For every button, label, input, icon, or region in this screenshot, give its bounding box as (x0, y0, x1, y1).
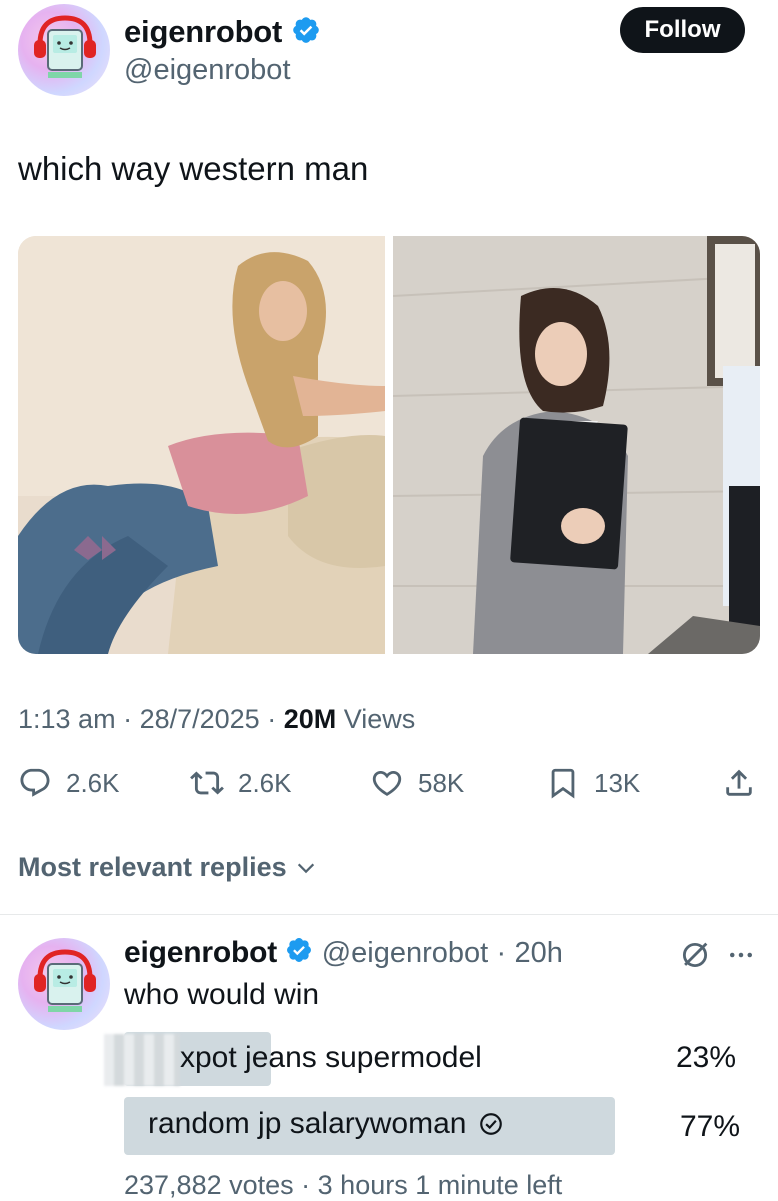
meta-separator: · (267, 704, 284, 734)
author-name-row: eigenrobot (124, 14, 321, 53)
bookmark-button[interactable]: 13K (546, 766, 640, 800)
reply-button[interactable]: 2.6K (18, 766, 120, 800)
tweet-photo-1[interactable] (18, 236, 385, 654)
meta-separator: · (123, 704, 140, 734)
blurred-redaction (104, 1034, 180, 1086)
like-count: 58K (418, 767, 465, 798)
poll-option-2[interactable]: random jp salarywoman (148, 1107, 504, 1141)
share-button[interactable] (722, 766, 756, 800)
like-button[interactable]: 58K (370, 766, 464, 800)
reply-header: eigenrobot @eigenrobot · 20h (124, 936, 563, 972)
check-circle-icon (480, 1113, 503, 1135)
robot-avatar-icon (34, 15, 96, 78)
reply-count: 2.6K (66, 767, 120, 798)
replies-sort-dropdown[interactable]: Most relevant replies (18, 852, 317, 883)
reply-author-handle[interactable]: @eigenrobot (322, 937, 489, 969)
poll-votes: 237,882 votes (124, 1170, 294, 1200)
tweet-media-grid (18, 236, 760, 654)
more-options-icon[interactable] (724, 940, 758, 975)
tweet-photo-2[interactable] (393, 236, 760, 654)
views-label: Views (343, 704, 416, 734)
poll-option-1-percent: 23% (676, 1041, 737, 1074)
poll-option-2-label: random jp salarywoman (148, 1107, 467, 1140)
share-icon (726, 769, 752, 796)
tweet-text: which way western man (18, 150, 369, 187)
robot-avatar-icon (34, 949, 96, 1012)
meta-separator: · (496, 937, 507, 969)
replies-sort-label: Most relevant replies (18, 852, 287, 882)
tweet-time[interactable]: 1:13 am (18, 704, 116, 734)
poll-time-left: 3 hours 1 minute left (317, 1170, 563, 1200)
tweet-date[interactable]: 28/7/2025 (140, 704, 260, 734)
views-count: 20M (283, 704, 337, 734)
tweet-meta: 1:13 am · 28/7/2025 · 20M Views (18, 704, 415, 735)
chevron-down-icon (297, 863, 314, 873)
poll-option-1-label[interactable]: xpot jeans supermodel (180, 1041, 482, 1075)
reply-author-name[interactable]: eigenrobot (124, 936, 277, 969)
poll-option-2-percent: 77% (680, 1110, 741, 1143)
divider (0, 914, 778, 915)
reply-author-avatar[interactable] (18, 938, 110, 1030)
author-handle[interactable]: @eigenrobot (124, 54, 291, 87)
reply-age[interactable]: 20h (515, 937, 563, 969)
follow-button[interactable]: Follow (620, 7, 745, 53)
heart-icon (372, 770, 402, 796)
grok-icon[interactable] (678, 938, 712, 977)
verified-badge-icon (291, 15, 321, 53)
repost-icon (190, 771, 224, 795)
author-name[interactable]: eigenrobot (124, 14, 282, 49)
repost-count: 2.6K (238, 767, 292, 798)
meta-separator: · (301, 1170, 318, 1200)
repost-button[interactable]: 2.6K (190, 766, 292, 800)
verified-badge-icon (285, 936, 313, 972)
reply-text: who would win (124, 978, 320, 1011)
poll-footer: 237,882 votes · 3 hours 1 minute left (124, 1170, 562, 1201)
bookmark-count: 13K (594, 767, 641, 798)
author-avatar[interactable] (18, 4, 110, 96)
bookmark-icon (551, 768, 575, 799)
reply-icon (20, 768, 50, 797)
